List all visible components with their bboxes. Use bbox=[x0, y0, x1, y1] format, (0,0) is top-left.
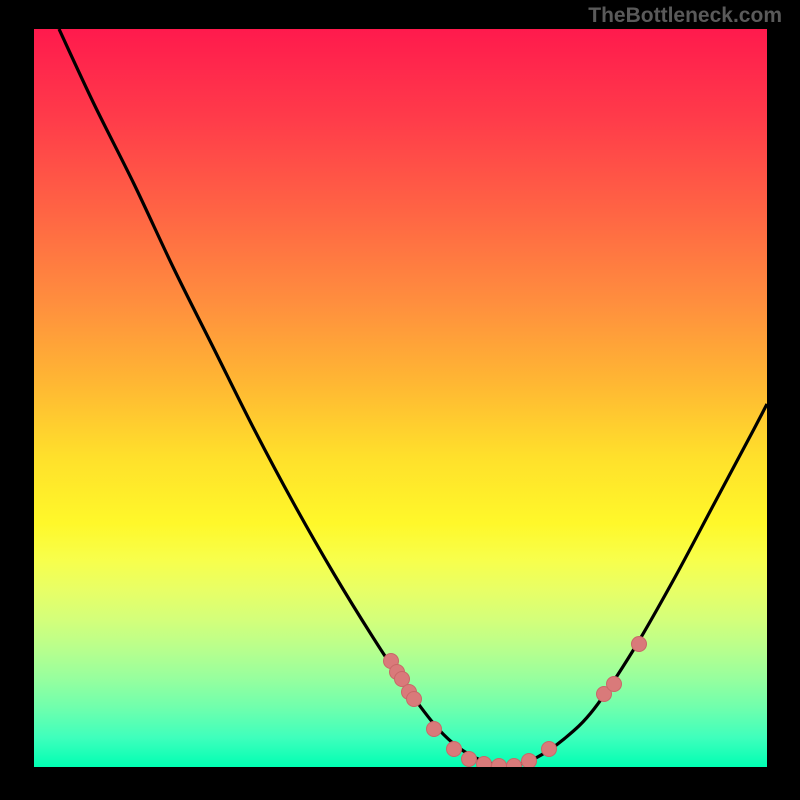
chart-plot-area bbox=[34, 29, 767, 767]
curve-path bbox=[59, 29, 767, 765]
data-point bbox=[607, 677, 622, 692]
data-point bbox=[462, 752, 477, 767]
data-point bbox=[632, 637, 647, 652]
scatter-points bbox=[384, 637, 647, 768]
data-point bbox=[492, 759, 507, 768]
data-point bbox=[542, 742, 557, 757]
data-point bbox=[407, 692, 422, 707]
data-point bbox=[477, 757, 492, 768]
chart-svg bbox=[34, 29, 767, 767]
watermark-text: TheBottleneck.com bbox=[588, 4, 782, 28]
data-point bbox=[507, 759, 522, 768]
data-point bbox=[522, 754, 537, 768]
data-point bbox=[427, 722, 442, 737]
data-point bbox=[447, 742, 462, 757]
